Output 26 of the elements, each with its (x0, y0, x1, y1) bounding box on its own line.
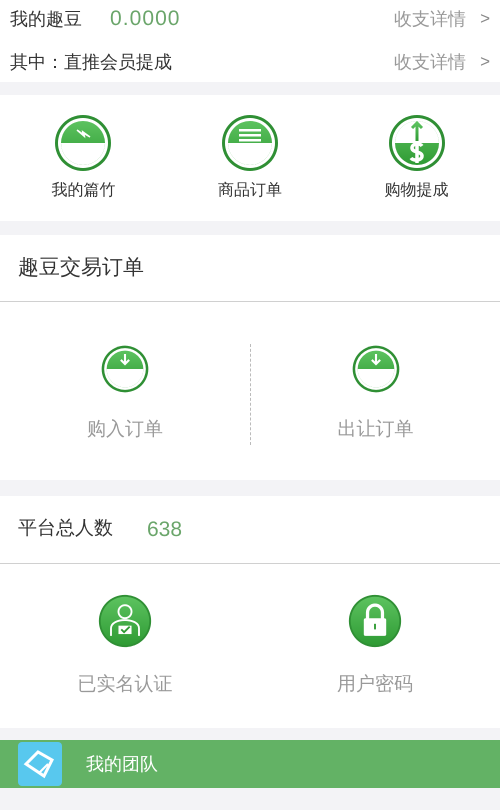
download-icon (100, 344, 150, 394)
commission-label: 其中：直推会员提成 (10, 50, 172, 74)
order-button[interactable]: 购入订单 (0, 302, 250, 486)
balance-label: 我的趣豆 (10, 8, 82, 30)
platform-label: 平台总人数 (18, 517, 113, 542)
chevron[interactable]: > (480, 49, 490, 75)
details-link[interactable]: 收支详情 (394, 6, 466, 32)
lightning-icon (53, 113, 114, 173)
team-bar[interactable]: 我的团队 (0, 740, 500, 788)
user-check-icon (97, 592, 153, 649)
section-title: 趣豆交易订单 (18, 255, 144, 282)
download-icon (350, 344, 400, 394)
team-label: 我的团队 (86, 752, 158, 776)
account-button[interactable]: 用户密码 (250, 564, 500, 728)
lock-icon (347, 592, 403, 649)
shortcut-button[interactable]: 我的篇竹 (0, 113, 167, 203)
list-icon (220, 113, 280, 173)
details-link[interactable]: 收支详情 (394, 48, 466, 76)
chevron[interactable]: > (480, 6, 490, 32)
balance-value: 0.0000 (110, 6, 181, 32)
order-button[interactable]: 出让订单 (250, 344, 500, 444)
dollar-icon (386, 113, 447, 173)
platform-value: 638 (147, 516, 182, 543)
shortcut-button[interactable]: 购物提成 (333, 113, 500, 203)
shortcut-button[interactable]: 商品订单 (166, 113, 334, 203)
account-button[interactable]: 已实名认证 (0, 564, 250, 728)
